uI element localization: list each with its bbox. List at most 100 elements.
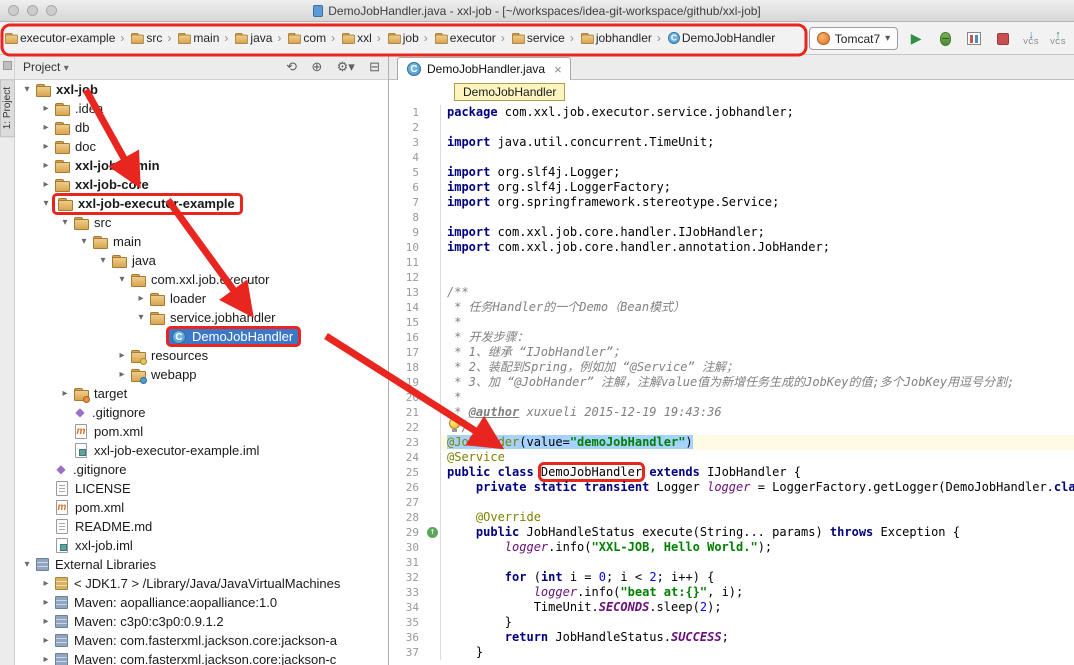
code-line-23[interactable]: 23@JobHander(value="demoJobHandler") (389, 435, 1074, 450)
tree-expand-arrow[interactable]: ▸ (133, 293, 149, 304)
gear-icon[interactable]: ⚙▾ (337, 59, 355, 74)
tree-item-maven-c3p0-c3p0-0.9.1.2[interactable]: ▸Maven: c3p0:c3p0:0.9.1.2 (15, 612, 388, 631)
code-line-35[interactable]: 35 } (389, 615, 1074, 630)
override-method-icon[interactable]: ↑ (427, 527, 438, 538)
code-line-2[interactable]: 2 (389, 120, 1074, 135)
intention-bulb-icon[interactable] (449, 418, 460, 429)
tree-item-jdk1.7-library-java-javavirtualmachines[interactable]: ▸< JDK1.7 > /Library/Java/JavaVirtualMac… (15, 574, 388, 593)
breadcrumb-item-src[interactable]: src (128, 30, 163, 46)
tree-expand-arrow[interactable]: ▸ (114, 369, 130, 380)
tree-expand-arrow[interactable]: ▸ (38, 635, 54, 646)
code-line-6[interactable]: 6import org.slf4j.LoggerFactory; (389, 180, 1074, 195)
breadcrumb-item-jobhandler[interactable]: jobhandler (578, 30, 653, 46)
tree-expand-arrow[interactable]: ▸ (38, 654, 54, 665)
code-line-14[interactable]: 14 * 任务Handler的一个Demo（Bean模式） (389, 300, 1074, 315)
tree-item-xxl-job[interactable]: ▾xxl-job (15, 80, 388, 99)
tree-item-target[interactable]: ▸target (15, 384, 388, 403)
code-line-21[interactable]: 21 * @author xuxueli 2015-12-19 19:43:36 (389, 405, 1074, 420)
tree-item-resources[interactable]: ▸resources (15, 346, 388, 365)
code-line-1[interactable]: 1package com.xxl.job.executor.service.jo… (389, 105, 1074, 120)
scroll-from-source-icon[interactable]: ⟲ (286, 59, 297, 74)
code-line-9[interactable]: 9import com.xxl.job.core.handler.IJobHan… (389, 225, 1074, 240)
breadcrumb-item-executor[interactable]: executor (432, 30, 497, 46)
tree-item-.idea[interactable]: ▸.idea (15, 99, 388, 118)
code-line-15[interactable]: 15 * (389, 315, 1074, 330)
breadcrumb-item-xxl[interactable]: xxl (339, 30, 373, 46)
code-line-27[interactable]: 27 (389, 495, 1074, 510)
tree-item-doc[interactable]: ▸doc (15, 137, 388, 156)
hide-panel-icon[interactable]: ⊟ (369, 59, 380, 74)
code-line-3[interactable]: 3import java.util.concurrent.TimeUnit; (389, 135, 1074, 150)
breadcrumb-item-demojobhandler[interactable]: CDemoJobHandler (665, 31, 776, 45)
tree-item-.gitignore[interactable]: ◆.gitignore (15, 403, 388, 422)
tree-item-java[interactable]: ▾java (15, 251, 388, 270)
run-config-selector[interactable]: Tomcat7 ▾ (809, 27, 898, 50)
tree-expand-arrow[interactable]: ▸ (38, 616, 54, 627)
breadcrumb-item-com[interactable]: com (285, 30, 327, 46)
code-line-22[interactable]: 22 */ (389, 420, 1074, 435)
editor-tab-demojobhandler[interactable]: C DemoJobHandler.java × (397, 57, 571, 80)
code-line-24[interactable]: 24@Service (389, 450, 1074, 465)
tree-expand-arrow[interactable]: ▸ (38, 578, 54, 589)
vcs-update-button[interactable]: ↓VCS (1021, 28, 1041, 50)
code-line-28[interactable]: 28 @Override (389, 510, 1074, 525)
tree-item-readme.md[interactable]: README.md (15, 517, 388, 536)
tree-item-demojobhandler[interactable]: CDemoJobHandler (15, 327, 388, 346)
code-line-16[interactable]: 16 * 开发步骤： (389, 330, 1074, 345)
tree-item-webapp[interactable]: ▸webapp (15, 365, 388, 384)
tree-item-main[interactable]: ▾main (15, 232, 388, 251)
code-line-31[interactable]: 31 (389, 555, 1074, 570)
tree-expand-arrow[interactable]: ▾ (133, 312, 149, 323)
vcs-commit-button[interactable]: ↑VCS (1048, 28, 1068, 50)
breadcrumb-item-service[interactable]: service (509, 30, 566, 46)
code-line-29[interactable]: 29↑ public JobHandleStatus execute(Strin… (389, 525, 1074, 540)
tree-item-src[interactable]: ▾src (15, 213, 388, 232)
code-line-5[interactable]: 5import org.slf4j.Logger; (389, 165, 1074, 180)
code-line-37[interactable]: 37 } (389, 645, 1074, 660)
breadcrumb-item-job[interactable]: job (385, 30, 420, 46)
locate-icon[interactable]: ⊕ (311, 59, 322, 74)
code-line-19[interactable]: 19 * 3、加 “@JobHander” 注解，注解value值为新增任务生成… (389, 375, 1074, 390)
code-line-36[interactable]: 36 return JobHandleStatus.SUCCESS; (389, 630, 1074, 645)
code-line-34[interactable]: 34 TimeUnit.SECONDS.sleep(2); (389, 600, 1074, 615)
tree-item-license[interactable]: LICENSE (15, 479, 388, 498)
tree-item-loader[interactable]: ▸loader (15, 289, 388, 308)
code-line-11[interactable]: 11 (389, 255, 1074, 270)
code-line-17[interactable]: 17 * 1、继承 “IJobHandler”； (389, 345, 1074, 360)
tree-expand-arrow[interactable]: ▸ (114, 350, 130, 361)
coverage-button[interactable] (963, 28, 985, 50)
code-line-7[interactable]: 7import org.springframework.stereotype.S… (389, 195, 1074, 210)
tree-expand-arrow[interactable]: ▾ (19, 84, 35, 95)
tree-item-pom.xml[interactable]: mpom.xml (15, 498, 388, 517)
tree-expand-arrow[interactable]: ▸ (57, 388, 73, 399)
tree-item-xxl-job-executor-example[interactable]: ▾xxl-job-executor-example (15, 194, 388, 213)
tree-expand-arrow[interactable]: ▸ (38, 103, 54, 114)
tree-item-xxl-job-core[interactable]: ▸xxl-job-core (15, 175, 388, 194)
tree-item-service.jobhandler[interactable]: ▾service.jobhandler (15, 308, 388, 327)
tree-expand-arrow[interactable]: ▾ (95, 255, 111, 266)
tree-expand-arrow[interactable]: ▸ (38, 141, 54, 152)
tree-item-.gitignore[interactable]: ◆.gitignore (15, 460, 388, 479)
code-line-4[interactable]: 4 (389, 150, 1074, 165)
tree-expand-arrow[interactable]: ▾ (76, 236, 92, 247)
code-line-30[interactable]: 30 logger.info("XXL-JOB, Hello World."); (389, 540, 1074, 555)
code-line-20[interactable]: 20 * (389, 390, 1074, 405)
tree-expand-arrow[interactable]: ▾ (57, 217, 73, 228)
breadcrumb-item-main[interactable]: main (175, 30, 220, 46)
tree-item-external-libraries[interactable]: ▾External Libraries (15, 555, 388, 574)
tree-item-maven-aopalliance-aopalliance-1.0[interactable]: ▸Maven: aopalliance:aopalliance:1.0 (15, 593, 388, 612)
debug-button[interactable] (934, 28, 956, 50)
code-line-10[interactable]: 10import com.xxl.job.core.handler.annota… (389, 240, 1074, 255)
project-view-selector[interactable]: Project ▾ (23, 60, 69, 74)
tree-expand-arrow[interactable]: ▸ (38, 179, 54, 190)
tree-expand-arrow[interactable]: ▾ (19, 559, 35, 570)
code-line-32[interactable]: 32 for (int i = 0; i < 2; i++) { (389, 570, 1074, 585)
editor-breadcrumb-tag[interactable]: DemoJobHandler (454, 83, 565, 101)
code-line-26[interactable]: 26 private static transient Logger logge… (389, 480, 1074, 495)
tree-item-xxl-job-admin[interactable]: ▸xxl-job-admin (15, 156, 388, 175)
tree-item-maven-com.fasterxml.jackson.core-jackson-c[interactable]: ▸Maven: com.fasterxml.jackson.core:jacks… (15, 650, 388, 665)
stop-button[interactable] (992, 28, 1014, 50)
code-line-13[interactable]: 13/** (389, 285, 1074, 300)
tree-item-maven-com.fasterxml.jackson.core-jackson-a[interactable]: ▸Maven: com.fasterxml.jackson.core:jacks… (15, 631, 388, 650)
breadcrumb-item-executor-example[interactable]: executor-example (2, 30, 116, 46)
